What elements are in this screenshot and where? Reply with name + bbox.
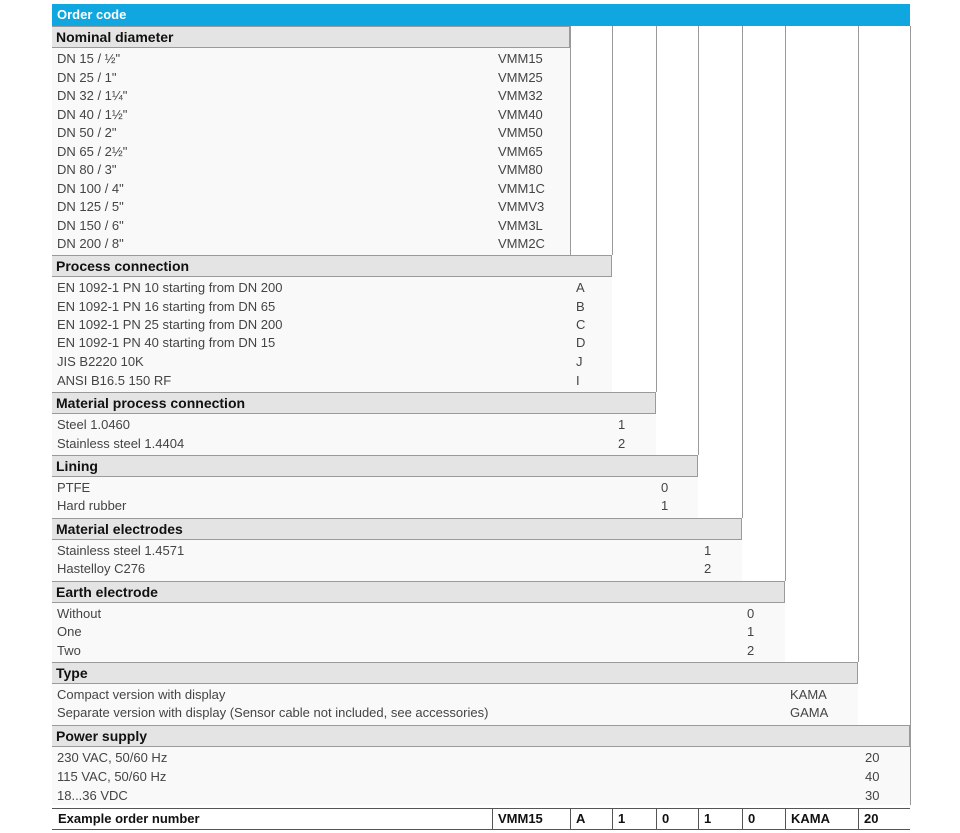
- example-code-cell: VMM15: [492, 809, 570, 829]
- column-divider: [742, 26, 743, 518]
- option-code: 0: [661, 480, 669, 495]
- option-code: VMM3L: [498, 218, 543, 233]
- column-divider: [656, 26, 657, 392]
- option-label: DN 32 / 1¼": [57, 88, 128, 103]
- option-code: 40: [865, 769, 880, 784]
- option-label: 18...36 VDC: [57, 788, 128, 803]
- example-code-cell: A: [570, 809, 612, 829]
- option-label: DN 40 / 1½": [57, 107, 128, 122]
- option-code: J: [576, 354, 583, 369]
- option-code: VMM15: [498, 51, 543, 66]
- option-code: GAMA: [790, 705, 829, 720]
- option-label: EN 1092-1 PN 40 starting from DN 15: [57, 335, 276, 350]
- option-label: Hastelloy C276: [57, 561, 146, 576]
- option-label: DN 150 / 6": [57, 218, 124, 233]
- option-label: DN 50 / 2": [57, 125, 117, 140]
- example-code-cell: 0: [742, 809, 785, 829]
- option-label: Steel 1.0460: [57, 417, 131, 432]
- option-code: 2: [704, 561, 712, 576]
- column-divider: [612, 26, 613, 255]
- option-code: 0: [747, 606, 755, 621]
- option-code: VMM1C: [498, 181, 545, 196]
- section-heading: Earth electrode: [52, 581, 785, 603]
- option-code: VMM50: [498, 125, 543, 140]
- section-options-bg: [52, 747, 910, 805]
- table-right-border: [910, 26, 911, 805]
- option-code: I: [576, 373, 580, 388]
- option-code: 1: [704, 543, 712, 558]
- option-label: DN 100 / 4": [57, 181, 124, 196]
- option-label: 230 VAC, 50/60 Hz: [57, 750, 168, 765]
- table-title: Order code: [52, 4, 910, 26]
- example-code-cell: 1: [698, 809, 742, 829]
- option-label: EN 1092-1 PN 10 starting from DN 200: [57, 280, 283, 295]
- option-label: Hard rubber: [57, 498, 127, 513]
- column-divider: [858, 26, 859, 662]
- section-heading: Type: [52, 662, 858, 684]
- section-heading: Nominal diameter: [52, 26, 570, 48]
- option-label: Stainless steel 1.4571: [57, 543, 185, 558]
- section-heading: Lining: [52, 455, 698, 477]
- option-code: 2: [747, 643, 755, 658]
- section-heading: Material electrodes: [52, 518, 742, 540]
- option-code: VMM25: [498, 70, 543, 85]
- option-label: DN 25 / 1": [57, 70, 117, 85]
- option-label: DN 15 / ½": [57, 51, 121, 66]
- option-code: 1: [618, 417, 626, 432]
- option-label: EN 1092-1 PN 25 starting from DN 200: [57, 317, 283, 332]
- example-code-cell: KAMA: [785, 809, 858, 829]
- example-code-cell: 1: [612, 809, 656, 829]
- section-heading: Material process connection: [52, 392, 656, 414]
- option-label: Separate version with display (Sensor ca…: [57, 705, 489, 720]
- option-code: VMM65: [498, 144, 543, 159]
- option-code: A: [576, 280, 585, 295]
- example-code-cell: 0: [656, 809, 698, 829]
- option-label: Two: [57, 643, 81, 658]
- option-code: C: [576, 317, 586, 332]
- option-label: DN 125 / 5": [57, 199, 124, 214]
- option-label: DN 200 / 8": [57, 236, 124, 251]
- option-label: Stainless steel 1.4404: [57, 436, 185, 451]
- option-label: PTFE: [57, 480, 91, 495]
- option-code: VMM80: [498, 162, 543, 177]
- section-options-bg: [52, 48, 570, 255]
- option-label: One: [57, 624, 82, 639]
- option-code: 20: [865, 750, 880, 765]
- option-code: VMM2C: [498, 236, 545, 251]
- column-divider: [785, 26, 786, 581]
- option-label: ANSI B16.5 150 RF: [57, 373, 172, 388]
- example-row: Example order number VMM15 A 1 0 1 0 KAMA 20: [52, 808, 910, 830]
- section-heading: Power supply: [52, 725, 910, 747]
- section-options-bg: [52, 603, 785, 662]
- option-code: 1: [747, 624, 755, 639]
- option-label: DN 65 / 2½": [57, 144, 128, 159]
- column-divider: [570, 26, 571, 255]
- option-code: 1: [661, 498, 669, 513]
- option-code: VMM40: [498, 107, 543, 122]
- option-label: Compact version with display: [57, 687, 226, 702]
- option-label: DN 80 / 3": [57, 162, 117, 177]
- example-label: Example order number: [58, 811, 200, 826]
- option-code: 2: [618, 436, 626, 451]
- option-code: KAMA: [790, 687, 827, 702]
- section-heading: Process connection: [52, 255, 612, 277]
- option-label: 115 VAC, 50/60 Hz: [57, 769, 167, 784]
- column-divider: [698, 26, 699, 455]
- option-code: 30: [865, 788, 880, 803]
- option-label: JIS B2220 10K: [57, 354, 144, 369]
- option-label: Without: [57, 606, 102, 621]
- option-code: D: [576, 335, 586, 350]
- section-options-bg: [52, 477, 698, 518]
- example-code-cell: 20: [858, 809, 910, 829]
- order-code-table: Order code Nominal diameter DN 15 / ½" VMM…: [0, 0, 960, 833]
- option-label: EN 1092-1 PN 16 starting from DN 65: [57, 299, 276, 314]
- option-code: VMMV3: [498, 199, 545, 214]
- option-code: B: [576, 299, 585, 314]
- option-code: VMM32: [498, 88, 543, 103]
